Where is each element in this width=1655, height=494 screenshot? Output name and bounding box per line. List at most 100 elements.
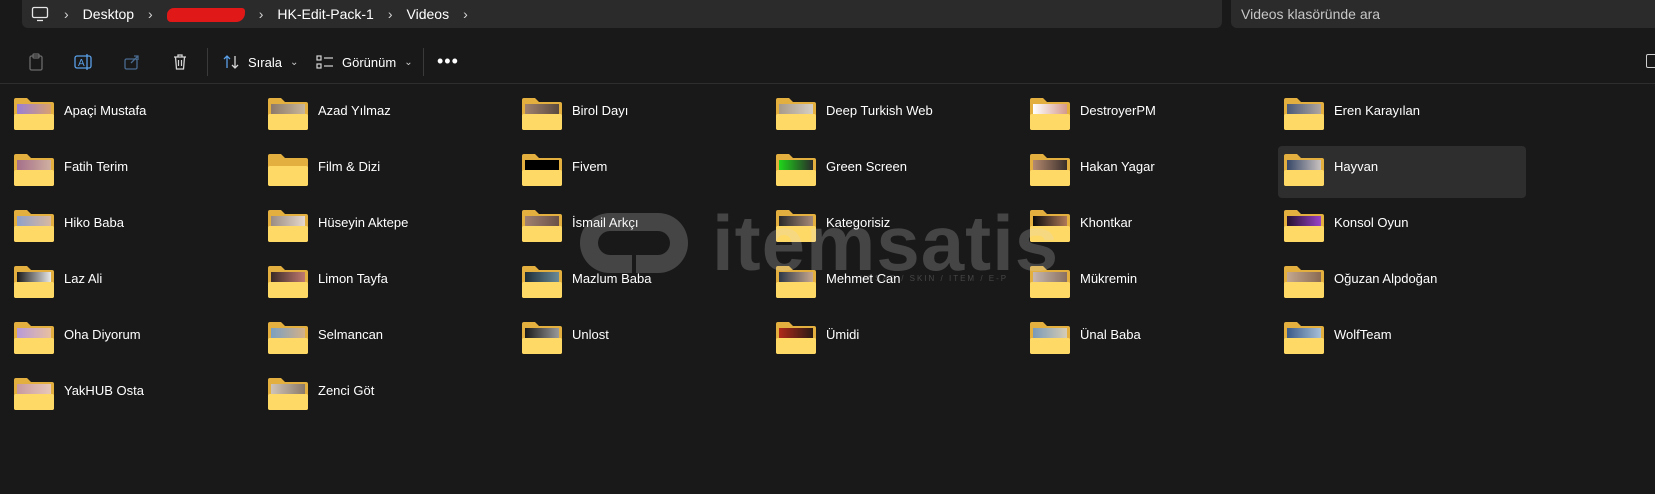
folder-name: Hakan Yagar [1080, 159, 1155, 174]
this-pc-icon[interactable] [22, 6, 58, 22]
folder-name: Mehmet Can [826, 271, 901, 286]
rename-icon[interactable]: A [72, 50, 96, 74]
folder-item[interactable]: Limon Tayfa [262, 258, 516, 310]
folder-item[interactable]: Mükremin [1024, 258, 1278, 310]
folder-name: Kategorisiz [826, 215, 891, 230]
folder-icon [12, 376, 56, 412]
folder-item[interactable]: Zenci Göt [262, 370, 516, 422]
folder-icon [12, 208, 56, 244]
folder-grid: Apaçi Mustafa Azad Yılmaz Birol Dayı Deep T… [8, 90, 1528, 426]
folder-name: Mükremin [1080, 271, 1138, 286]
folder-item[interactable]: Hüseyin Aktepe [262, 202, 516, 254]
folder-name: Laz Ali [64, 271, 103, 286]
folder-item[interactable]: Fatih Terim [8, 146, 262, 198]
folder-name: WolfTeam [1334, 327, 1392, 342]
folder-icon [12, 152, 56, 188]
delete-icon[interactable] [168, 50, 192, 74]
folder-item[interactable]: Kategorisiz [770, 202, 1024, 254]
chevron-right-icon[interactable]: › [58, 6, 75, 22]
folder-item[interactable]: Fivem [516, 146, 770, 198]
toolbar-divider [423, 48, 424, 76]
folder-icon [1028, 264, 1072, 300]
folder-item[interactable]: Green Screen [770, 146, 1024, 198]
folder-item[interactable]: DestroyerPM [1024, 90, 1278, 142]
folder-item[interactable]: Hakan Yagar [1024, 146, 1278, 198]
chevron-right-icon[interactable]: › [253, 6, 270, 22]
chevron-right-icon[interactable]: › [457, 6, 474, 22]
folder-item[interactable]: Konsol Oyun [1278, 202, 1532, 254]
chevron-down-icon: ⌄ [404, 56, 413, 68]
folder-item[interactable]: Deep Turkish Web [770, 90, 1024, 142]
view-button[interactable]: Görünüm ⌄ [316, 49, 413, 75]
folder-item[interactable]: Apaçi Mustafa [8, 90, 262, 142]
folder-name: Limon Tayfa [318, 271, 388, 286]
folder-name: Green Screen [826, 159, 907, 174]
more-options-icon[interactable]: ••• [437, 52, 459, 70]
folder-item[interactable]: Film & Dizi [262, 146, 516, 198]
folder-name: Hiko Baba [64, 215, 124, 230]
breadcrumb-desktop[interactable]: Desktop [75, 6, 142, 22]
folder-item[interactable]: Mehmet Can [770, 258, 1024, 310]
folder-name: Unlost [572, 327, 609, 342]
folder-item[interactable]: YakHUB Osta [8, 370, 262, 422]
folder-name: Azad Yılmaz [318, 103, 391, 118]
folder-name: Khontkar [1080, 215, 1133, 230]
folder-item[interactable]: Hiko Baba [8, 202, 262, 254]
folder-item[interactable]: Laz Ali [8, 258, 262, 310]
folder-icon [520, 208, 564, 244]
folder-name: Zenci Göt [318, 383, 375, 398]
search-input[interactable]: Videos klasöründe ara [1231, 0, 1655, 28]
folder-icon [774, 320, 818, 356]
folder-item[interactable]: Oğuzan Alpdoğan [1278, 258, 1532, 310]
folder-name: İsmail Arkçı [572, 215, 639, 230]
folder-name: Apaçi Mustafa [64, 103, 147, 118]
folder-item[interactable]: Mazlum Baba [516, 258, 770, 310]
breadcrumb-redacted[interactable] [159, 6, 253, 23]
folder-item[interactable]: Ünal Baba [1024, 314, 1278, 366]
folder-icon [12, 320, 56, 356]
folder-item[interactable]: Hayvan [1278, 146, 1526, 198]
folder-name: Birol Dayı [572, 103, 629, 118]
folder-item[interactable]: Selmancan [262, 314, 516, 366]
folder-icon [774, 96, 818, 132]
folder-name: Konsol Oyun [1334, 215, 1409, 230]
folder-item[interactable]: Eren Karayılan [1278, 90, 1532, 142]
folder-item[interactable]: Ümidi [770, 314, 1024, 366]
folder-icon [266, 320, 310, 356]
folder-icon [1282, 264, 1326, 300]
folder-item[interactable]: Oha Diyorum [8, 314, 262, 366]
sort-button[interactable]: Sırala ⌄ [222, 49, 298, 75]
breadcrumb-videos[interactable]: Videos [399, 6, 458, 22]
chevron-right-icon[interactable]: › [142, 6, 159, 22]
paste-icon[interactable] [24, 50, 48, 74]
folder-name: Film & Dizi [318, 159, 381, 174]
address-bar[interactable]: › Desktop › › HK-Edit-Pack-1 › Videos › [22, 0, 1222, 28]
folder-item[interactable]: İsmail Arkçı [516, 202, 770, 254]
folder-icon [12, 96, 56, 132]
folder-icon [1282, 208, 1326, 244]
folder-item[interactable]: Azad Yılmaz [262, 90, 516, 142]
details-pane-icon[interactable] [1646, 54, 1655, 68]
toolbar-divider [207, 48, 208, 76]
search-placeholder: Videos klasöründe ara [1241, 6, 1381, 22]
folder-item[interactable]: WolfTeam [1278, 314, 1532, 366]
chevron-right-icon[interactable]: › [382, 6, 399, 22]
chevron-down-icon: ⌄ [289, 56, 299, 68]
folder-item[interactable]: Unlost [516, 314, 770, 366]
folder-icon [1028, 96, 1072, 132]
folder-name: Deep Turkish Web [826, 103, 933, 118]
folder-name: Fatih Terim [64, 159, 129, 174]
folder-name: YakHUB Osta [64, 383, 144, 398]
breadcrumb-hk-edit-pack[interactable]: HK-Edit-Pack-1 [269, 6, 381, 22]
folder-name: Selmancan [318, 327, 384, 342]
folder-name: Eren Karayılan [1334, 103, 1420, 118]
folder-icon [266, 264, 310, 300]
view-icon [316, 55, 333, 69]
folder-icon [520, 96, 564, 132]
folder-item[interactable]: Birol Dayı [516, 90, 770, 142]
share-icon[interactable] [120, 50, 144, 74]
folder-icon [1282, 152, 1326, 188]
folder-name: Hüseyin Aktepe [318, 215, 409, 230]
folder-icon [12, 264, 56, 300]
folder-item[interactable]: Khontkar [1024, 202, 1278, 254]
